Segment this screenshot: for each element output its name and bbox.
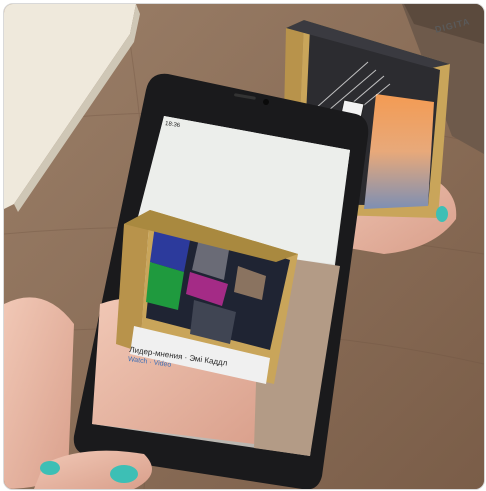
real-cube-sky [364,94,434,209]
photo-scene [4,4,484,489]
nail-3 [436,206,448,222]
nail-1 [110,465,138,483]
nail-2 [40,461,60,475]
photo-frame: 18:36 Лидер-мнения · Эмі Каддл Watch · V… [3,3,485,490]
front-camera [263,99,269,105]
